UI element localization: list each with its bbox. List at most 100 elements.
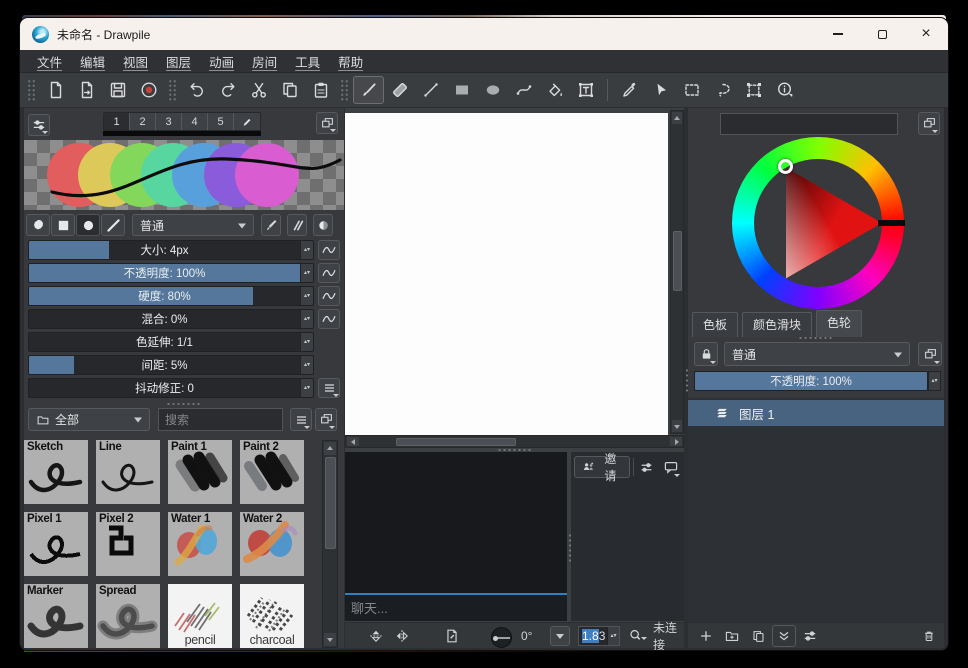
copy-button[interactable] — [274, 76, 305, 104]
close-button[interactable]: × — [904, 18, 948, 50]
transform-button[interactable] — [738, 76, 769, 104]
brush-preset-paint-1[interactable]: Paint 1 — [168, 440, 232, 504]
spinner-buttons[interactable]: ▴▾ — [928, 371, 941, 391]
brush-opacity-slider[interactable]: 不透明度: 100% ▴▾ — [28, 263, 314, 283]
layer-blend-mode-select[interactable]: 普通 — [724, 342, 910, 366]
brush-preset-pixel-2[interactable]: Pixel 2 — [96, 512, 160, 576]
brush-preset-paint-2[interactable]: Paint 2 — [240, 440, 304, 504]
color-wheel[interactable] — [732, 137, 904, 309]
layer-properties-button[interactable] — [798, 625, 822, 647]
color-name-input[interactable] — [720, 113, 898, 135]
brush-preset-charcoal[interactable]: charcoal — [240, 584, 304, 648]
brush-slot-2[interactable]: 2 — [130, 113, 156, 130]
brush-spacing-slider[interactable]: 间距: 5% ▴▾ — [28, 355, 314, 375]
brush-slot-5[interactable]: 5 — [208, 113, 234, 130]
scroll-left-button[interactable] — [347, 437, 359, 446]
brush-preset-pixel-1[interactable]: Pixel 1 — [24, 512, 88, 576]
scroll-right-button[interactable] — [670, 437, 682, 446]
layer-lock-button[interactable] — [694, 342, 718, 366]
brush-smudging-slider[interactable]: 混合: 0% ▴▾ — [28, 309, 314, 329]
add-layer-button[interactable] — [694, 625, 718, 647]
layer-dock-detach-button[interactable] — [918, 342, 942, 366]
freehand-brush-button[interactable] — [353, 76, 384, 104]
brush-search-input[interactable] — [158, 408, 283, 431]
spinner-buttons[interactable]: ▴▾ — [300, 333, 313, 351]
cut-button[interactable] — [243, 76, 274, 104]
hardness-pressure-curve-button[interactable] — [318, 286, 340, 306]
mirror-canvas-button[interactable] — [367, 627, 385, 645]
color-picker-button[interactable] — [614, 76, 645, 104]
scrollbar-handle[interactable] — [396, 438, 516, 446]
new-file-button[interactable] — [40, 76, 71, 104]
brush-settings-button[interactable] — [28, 114, 50, 136]
zoom-options-button[interactable] — [627, 627, 644, 644]
userlist-splitter-handle[interactable] — [568, 533, 572, 563]
brush-mode-smudge-button[interactable] — [313, 214, 333, 236]
brush-preview[interactable] — [24, 140, 344, 210]
brush-mode-erase-button[interactable] — [287, 214, 307, 236]
delete-layer-button[interactable] — [918, 625, 940, 647]
menu-view[interactable]: 视图 — [114, 50, 157, 73]
scroll-down-button[interactable] — [324, 633, 336, 646]
scrollbar-handle[interactable] — [325, 457, 336, 549]
brush-color-pickup-slider[interactable]: 色延伸: 1/1 ▴▾ — [28, 332, 314, 352]
color-selector-ring[interactable] — [778, 159, 793, 174]
chat-input[interactable] — [345, 595, 567, 621]
brush-stabilizer-slider[interactable]: 抖动修正: 0 ▴▾ — [28, 378, 314, 398]
maximize-button[interactable] — [860, 18, 904, 50]
spinner-buttons[interactable]: ▴▾ — [300, 379, 313, 397]
brush-slot-edit[interactable] — [234, 113, 260, 130]
zoom-spinbox[interactable]: 1.83 ▴▾ — [578, 626, 620, 646]
minimize-button[interactable] — [816, 18, 860, 50]
stabilizer-menu-button[interactable] — [318, 378, 340, 398]
layer-list[interactable]: 图层 1 — [688, 398, 944, 622]
eraser-button[interactable] — [384, 76, 415, 104]
canvas-background-button[interactable] — [443, 627, 461, 645]
brush-preset-water-2[interactable]: Water 2 — [240, 512, 304, 576]
toolbar-grip-handle[interactable] — [340, 79, 349, 101]
brush-shape-square-button[interactable] — [51, 214, 75, 236]
rectangle-select-button[interactable] — [676, 76, 707, 104]
laser-pointer-button[interactable] — [645, 76, 676, 104]
menu-tools[interactable]: 工具 — [286, 50, 329, 73]
brush-slot-1[interactable]: 1 — [104, 113, 130, 130]
brush-preset-marker[interactable]: Marker — [24, 584, 88, 648]
dock-splitter-handle[interactable] — [798, 336, 834, 340]
rotation-dropdown-button[interactable] — [550, 626, 570, 646]
menu-animation[interactable]: 动画 — [200, 50, 243, 73]
smudging-pressure-curve-button[interactable] — [318, 309, 340, 329]
tab-color-sliders[interactable]: 颜色滑块 — [742, 312, 812, 337]
canvas-vertical-scrollbar[interactable] — [670, 110, 684, 434]
brush-folder-filter-select[interactable]: 全部 — [28, 408, 150, 431]
duplicate-layer-button[interactable] — [746, 625, 770, 647]
toolbar-grip-handle[interactable] — [27, 79, 36, 101]
brush-shape-stroke-button[interactable] — [101, 214, 125, 236]
brush-preset-pencil[interactable]: pencil — [168, 584, 232, 648]
menu-edit[interactable]: 编辑 — [71, 50, 114, 73]
layer-opacity-slider[interactable]: 不透明度: 100% — [694, 371, 928, 391]
dock-splitter-handle[interactable] — [166, 402, 202, 406]
session-settings-button[interactable] — [637, 456, 658, 478]
color-dock-detach-button[interactable] — [918, 112, 940, 135]
scroll-down-button[interactable] — [672, 420, 682, 432]
brush-grid-scrollbar[interactable] — [322, 440, 338, 648]
spinner-buttons[interactable]: ▴▾ — [300, 264, 313, 282]
brush-preset-sketch[interactable]: Sketch — [24, 440, 88, 504]
open-file-button[interactable] — [71, 76, 102, 104]
spinner-buttons[interactable]: ▴▾ — [300, 241, 313, 259]
brush-preset-water-1[interactable]: Water 1 — [168, 512, 232, 576]
brush-preset-line[interactable]: Line — [96, 440, 160, 504]
scroll-up-button[interactable] — [672, 112, 682, 124]
chat-messages[interactable] — [345, 452, 567, 593]
undo-button[interactable] — [181, 76, 212, 104]
brush-shape-blob-button[interactable] — [26, 214, 50, 236]
redo-button[interactable] — [212, 76, 243, 104]
scrollbar-handle[interactable] — [673, 231, 682, 291]
invite-button[interactable]: 邀请 — [574, 456, 630, 478]
brush-library-detach-button[interactable] — [315, 408, 337, 431]
spinner-buttons[interactable]: ▴▾ — [300, 310, 313, 328]
menu-file[interactable]: 文件 — [28, 50, 71, 73]
layer-row-selected[interactable]: 图层 1 — [688, 400, 944, 426]
canvas-horizontal-scrollbar[interactable] — [345, 435, 684, 448]
line-button[interactable] — [415, 76, 446, 104]
